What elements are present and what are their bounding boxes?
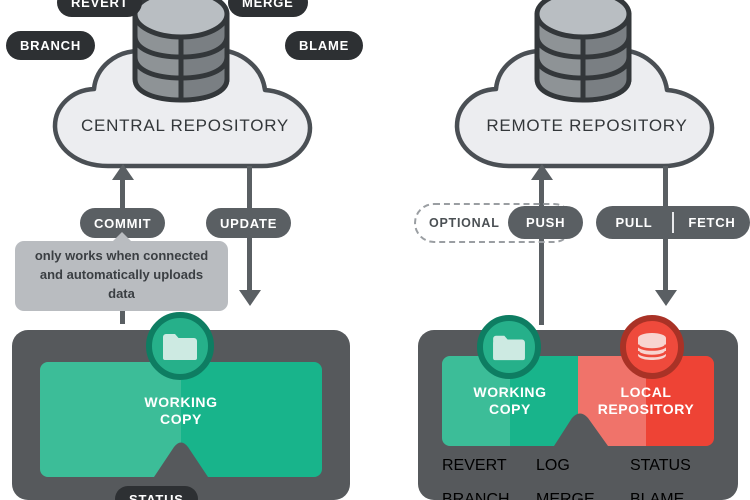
working-copy-badge xyxy=(146,312,214,380)
push-connector-line-lower xyxy=(539,235,544,325)
callout-line-1: only works when connected xyxy=(34,248,209,263)
cloud-label: CENTRAL REPOSITORY xyxy=(80,116,290,135)
local-repo-line-2: REPOSITORY xyxy=(597,401,695,417)
working-copy-label: WORKING COPY xyxy=(40,386,322,436)
local-repository-badge xyxy=(620,315,684,379)
folder-icon xyxy=(493,335,525,361)
tag-merge[interactable]: MERGE xyxy=(228,0,308,17)
update-arrow-down-icon xyxy=(239,290,261,306)
diagram-canvas: CENTRAL REPOSITORY REVERT MERGE BRANCH B… xyxy=(0,0,750,500)
callout-line-2: and automatically uploads data xyxy=(39,266,204,301)
working-copy-line-2: COPY xyxy=(160,411,202,427)
database-icon xyxy=(534,0,632,103)
working-copy-line-1: WORKING xyxy=(144,394,218,411)
cloud-label: REMOTE REPOSITORY xyxy=(486,116,688,135)
tag-log[interactable]: LOG xyxy=(536,457,620,475)
working-copy-badge xyxy=(477,315,541,379)
database-icon xyxy=(636,333,668,360)
tag-status[interactable]: STATUS xyxy=(630,457,714,475)
database-icon xyxy=(132,0,230,103)
folder-icon xyxy=(163,334,197,360)
working-copy-label: WORKING COPY xyxy=(442,377,578,425)
local-repository-label: LOCAL REPOSITORY xyxy=(578,377,714,425)
working-copy-line-1: WORKING xyxy=(473,384,547,401)
tag-branch[interactable]: BRANCH xyxy=(6,31,96,60)
tag-revert[interactable]: REVERT xyxy=(57,0,143,17)
working-copy-line-2: COPY xyxy=(489,401,531,417)
push-arrow-up-icon xyxy=(531,164,553,180)
local-repo-line-1: LOCAL xyxy=(620,384,672,401)
pull-tag[interactable]: PULL xyxy=(596,212,674,233)
pull-fetch-group: PULL FETCH xyxy=(596,206,750,239)
right-device: WORKING COPY LOCAL REPOSITORY REVERT LOG… xyxy=(418,330,738,500)
tag-status[interactable]: STATUS xyxy=(115,486,198,500)
commit-callout: only works when connected and automatica… xyxy=(15,232,228,311)
tag-merge[interactable]: MERGE xyxy=(536,491,620,500)
push-tag[interactable]: PUSH xyxy=(508,206,584,239)
fetch-tag[interactable]: FETCH xyxy=(674,215,750,230)
tag-branch[interactable]: BRANCH xyxy=(442,491,526,500)
optional-label: OPTIONAL xyxy=(429,216,500,230)
pull-arrow-down-icon xyxy=(655,290,677,306)
tag-blame[interactable]: BLAME xyxy=(285,31,364,60)
update-tag[interactable]: UPDATE xyxy=(206,208,292,238)
tag-blame[interactable]: BLAME xyxy=(630,491,714,500)
tag-revert[interactable]: REVERT xyxy=(442,457,526,475)
commit-arrow-up-icon xyxy=(112,164,134,180)
